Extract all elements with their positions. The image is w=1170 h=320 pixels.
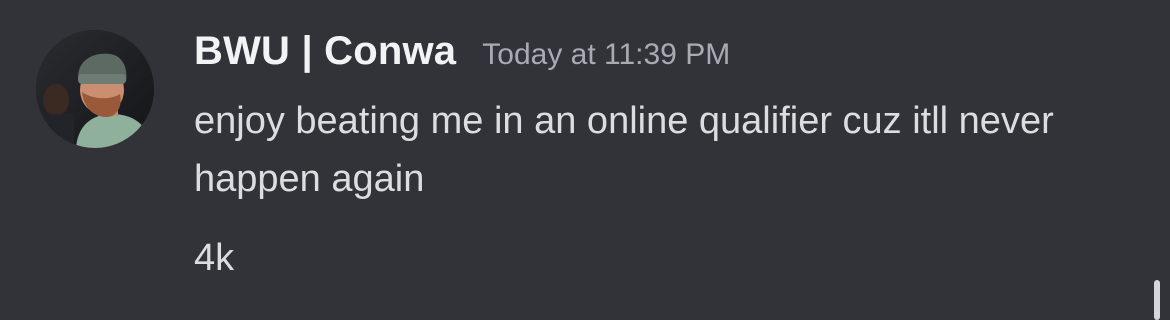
username[interactable]: BWU | Conwa <box>194 29 456 73</box>
user-avatar[interactable] <box>36 30 154 148</box>
chat-message: BWU | Conwa Today at 11:39 PM enjoy beati… <box>0 0 1170 312</box>
message-header: BWU | Conwa Today at 11:39 PM <box>194 26 730 85</box>
message-content: enjoy beating me in an online qualifier … <box>194 100 1054 200</box>
message-followup: 4k <box>194 237 235 279</box>
timestamp[interactable]: Today at 11:39 PM <box>482 38 730 71</box>
avatar-photo <box>36 30 154 148</box>
scrollbar[interactable] <box>1154 280 1160 320</box>
